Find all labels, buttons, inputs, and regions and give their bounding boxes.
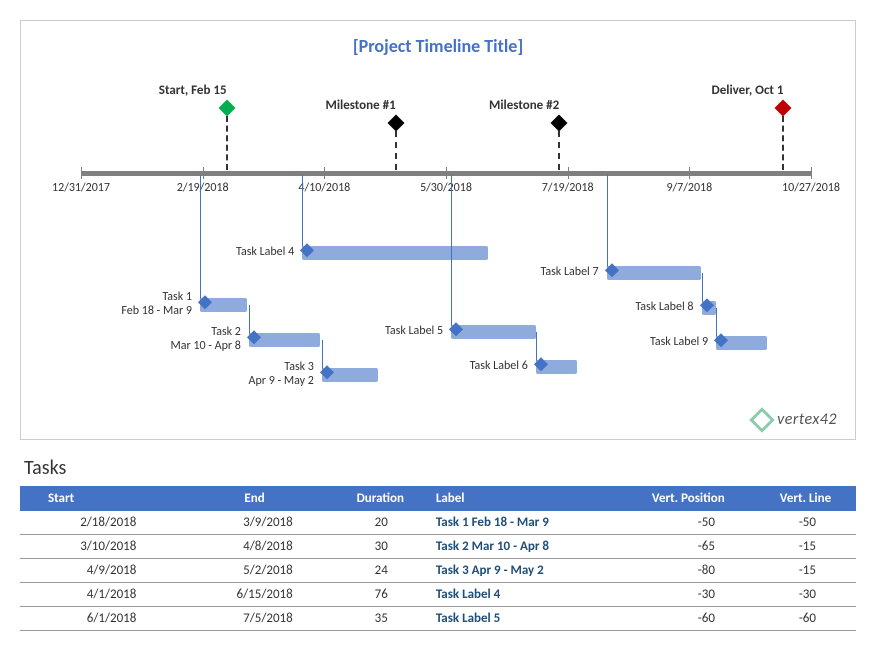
axis-tick-label: 4/10/2018 bbox=[298, 181, 350, 195]
axis-tick-label: 5/30/2018 bbox=[420, 181, 472, 195]
cell-start: 4/1/2018 bbox=[20, 583, 176, 607]
table-row: 4/9/20185/2/201824Task 3 Apr 9 - May 2-8… bbox=[20, 559, 856, 583]
milestone: Deliver, Oct 1 bbox=[747, 83, 819, 170]
milestone: Start, Feb 15 bbox=[193, 83, 261, 170]
cell-start: 2/18/2018 bbox=[20, 511, 176, 535]
axis-tick bbox=[689, 167, 690, 179]
axis-tick-label: 7/19/2018 bbox=[542, 181, 594, 195]
axis-tick-label: 12/31/2017 bbox=[52, 181, 110, 195]
cell-vline: -15 bbox=[755, 535, 856, 559]
cell-label: Task 2 Mar 10 - Apr 8 bbox=[428, 535, 622, 559]
diamond-icon bbox=[387, 115, 404, 132]
cell-end: 7/5/2018 bbox=[176, 607, 332, 631]
cell-vline: -15 bbox=[755, 559, 856, 583]
cell-label: Task 3 Apr 9 - May 2 bbox=[428, 559, 622, 583]
cell-start: 3/10/2018 bbox=[20, 535, 176, 559]
milestone-label: Milestone #2 bbox=[489, 98, 559, 113]
cell-end: 6/15/2018 bbox=[176, 583, 332, 607]
axis-tick-label: 2/19/2018 bbox=[177, 181, 229, 195]
table-header: Start End Duration Label Vert. Position … bbox=[20, 486, 856, 511]
th-vpos: Vert. Position bbox=[622, 486, 755, 511]
th-end: End bbox=[176, 486, 332, 511]
task-label: Task Label 9 bbox=[578, 336, 708, 350]
cell-start: 6/1/2018 bbox=[20, 607, 176, 631]
cell-duration: 76 bbox=[333, 583, 428, 607]
logo-icon bbox=[749, 407, 774, 432]
cell-end: 4/8/2018 bbox=[176, 535, 332, 559]
task-leader bbox=[302, 175, 303, 253]
task-label: Task 1Feb 18 - Mar 9 bbox=[62, 291, 192, 319]
axis-tick bbox=[324, 167, 325, 179]
cell-label: Task Label 4 bbox=[428, 583, 622, 607]
vertex42-logo: vertex42 bbox=[753, 410, 837, 429]
timeline-chart: [Project Timeline Title] 12/31/2017 2/19/… bbox=[20, 20, 856, 440]
th-label: Label bbox=[428, 486, 622, 511]
cell-duration: 30 bbox=[333, 535, 428, 559]
cell-vline: -30 bbox=[755, 583, 856, 607]
milestone-leader bbox=[226, 116, 228, 170]
task-label: Task 2Mar 10 - Apr 8 bbox=[111, 326, 241, 354]
task-label: Task Label 7 bbox=[469, 266, 599, 280]
milestone: Milestone #1 bbox=[361, 98, 431, 170]
task-leader bbox=[451, 175, 452, 332]
tasks-table: Start End Duration Label Vert. Position … bbox=[20, 486, 856, 631]
cell-vpos: -50 bbox=[622, 511, 755, 535]
cell-duration: 24 bbox=[333, 559, 428, 583]
cell-duration: 20 bbox=[333, 511, 428, 535]
table-body: 2/18/20183/9/201820Task 1 Feb 18 - Mar 9… bbox=[20, 511, 856, 631]
milestone-leader bbox=[558, 131, 560, 170]
chart-title: [Project Timeline Title] bbox=[21, 21, 855, 57]
table-title: Tasks bbox=[24, 456, 856, 480]
th-start: Start bbox=[20, 486, 176, 511]
cell-vline: -60 bbox=[755, 607, 856, 631]
task-bar bbox=[302, 246, 487, 260]
cell-end: 5/2/2018 bbox=[176, 559, 332, 583]
table-row: 4/1/20186/15/201876Task Label 4-30-30 bbox=[20, 583, 856, 607]
cell-vpos: -30 bbox=[622, 583, 755, 607]
th-vline: Vert. Line bbox=[755, 486, 856, 511]
cell-duration: 35 bbox=[333, 607, 428, 631]
axis-tick-label: 9/7/2018 bbox=[666, 181, 712, 195]
task-label: Task Label 8 bbox=[564, 301, 694, 315]
diamond-icon bbox=[775, 100, 792, 117]
milestone-label: Milestone #1 bbox=[325, 98, 395, 113]
cell-end: 3/9/2018 bbox=[176, 511, 332, 535]
cell-label: Task Label 5 bbox=[428, 607, 622, 631]
diamond-icon bbox=[551, 115, 568, 132]
table-row: 3/10/20184/8/201830Task 2 Mar 10 - Apr 8… bbox=[20, 535, 856, 559]
milestone-label: Start, Feb 15 bbox=[159, 83, 227, 98]
axis-tick bbox=[446, 167, 447, 179]
th-duration: Duration bbox=[333, 486, 428, 511]
diamond-icon bbox=[218, 100, 235, 117]
axis-tick bbox=[81, 167, 82, 179]
cell-vpos: -60 bbox=[622, 607, 755, 631]
task-label: Task Label 6 bbox=[398, 360, 528, 374]
task-label: Task 3Apr 9 - May 2 bbox=[184, 361, 314, 389]
task-bar bbox=[607, 266, 702, 280]
cell-vpos: -80 bbox=[622, 559, 755, 583]
milestone-leader bbox=[782, 116, 784, 170]
task-leader bbox=[200, 175, 201, 305]
task-bar bbox=[451, 325, 536, 339]
table-row: 2/18/20183/9/201820Task 1 Feb 18 - Mar 9… bbox=[20, 511, 856, 535]
milestone: Milestone #2 bbox=[524, 98, 594, 170]
milestone-label: Deliver, Oct 1 bbox=[712, 83, 784, 98]
table-row: 6/1/20187/5/201835Task Label 5-60-60 bbox=[20, 607, 856, 631]
cell-vpos: -65 bbox=[622, 535, 755, 559]
logo-text: vertex42 bbox=[777, 410, 837, 429]
cell-label: Task 1 Feb 18 - Mar 9 bbox=[428, 511, 622, 535]
task-leader bbox=[607, 175, 608, 273]
task-label: Task Label 5 bbox=[313, 325, 443, 339]
task-label: Task Label 4 bbox=[164, 246, 294, 260]
cell-vline: -50 bbox=[755, 511, 856, 535]
milestone-leader bbox=[395, 131, 397, 170]
cell-start: 4/9/2018 bbox=[20, 559, 176, 583]
axis-tick-label: 10/27/2018 bbox=[782, 181, 840, 195]
